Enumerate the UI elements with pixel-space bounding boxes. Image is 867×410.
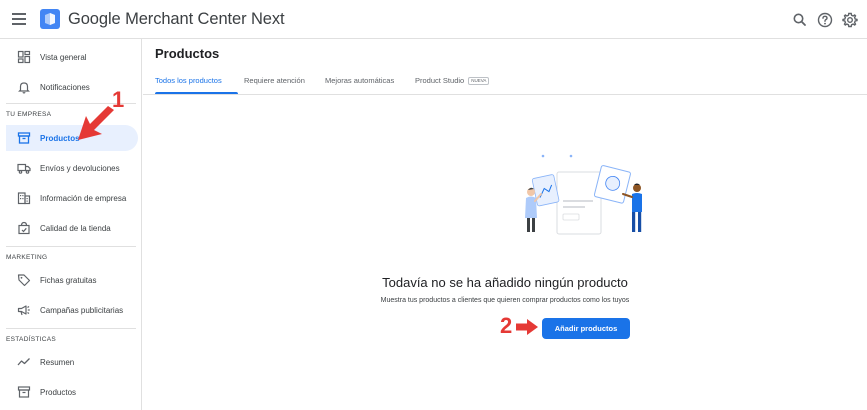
sidebar-item-free-listings[interactable]: Fichas gratuitas xyxy=(6,267,138,293)
sidebar-item-store-quality[interactable]: Calidad de la tienda xyxy=(6,215,138,241)
sidebar-item-label: Calidad de la tienda xyxy=(40,223,111,233)
bell-icon xyxy=(18,82,30,94)
tab-all-products[interactable]: Todos los productos xyxy=(155,76,222,85)
tab-needs-attention[interactable]: Requiere atención xyxy=(244,76,305,85)
sidebar-item-label: Fichas gratuitas xyxy=(40,275,97,285)
top-app-bar: Google Merchant Center Next xyxy=(0,0,867,39)
active-tab-indicator xyxy=(155,92,238,94)
page-title: Productos xyxy=(155,46,220,61)
sidebar-item-label: Envíos y devoluciones xyxy=(40,163,120,173)
tab-bar: Todos los productos Requiere atención Me… xyxy=(143,70,867,95)
add-products-button[interactable]: Añadir productos xyxy=(542,318,630,339)
empty-state-subtitle: Muestra tus productos a clientes que qui… xyxy=(380,297,630,304)
sidebar-item-label: Vista general xyxy=(40,52,87,62)
section-label-business: TU EMPRESA xyxy=(6,111,52,118)
hamburger-menu-icon[interactable] xyxy=(12,13,26,25)
app-title: Google Merchant Center Next xyxy=(68,10,285,28)
annotation-arrow-1-icon xyxy=(78,106,114,140)
tab-automatic-improvements[interactable]: Mejoras automáticas xyxy=(325,76,394,85)
megaphone-icon xyxy=(17,305,30,316)
sidebar-item-products[interactable]: Productos xyxy=(6,125,138,151)
sidebar-item-label: Resumen xyxy=(40,357,75,367)
sidebar-item-ad-campaigns[interactable]: Campañas publicitarias xyxy=(6,297,138,323)
sidebar-item-label: Notificaciones xyxy=(40,82,90,92)
annotation-step-2-number: 2 xyxy=(500,313,513,338)
empty-state-title: Todavía no se ha añadido ningún producto xyxy=(382,275,628,290)
dashboard-icon xyxy=(17,50,31,64)
search-icon[interactable] xyxy=(791,11,809,29)
empty-state-illustration xyxy=(525,154,642,235)
archive-icon xyxy=(17,132,31,144)
tab-product-studio[interactable]: Product Studio NUEVA xyxy=(415,76,490,85)
sidebar-divider xyxy=(6,246,136,247)
merchant-center-logo xyxy=(40,9,60,29)
settings-gear-icon[interactable] xyxy=(841,11,859,29)
sidebar-divider xyxy=(6,328,136,329)
sidebar-item-business-info[interactable]: Información de empresa xyxy=(6,185,138,211)
sidebar-item-products-stats[interactable]: Productos xyxy=(6,379,138,405)
tab-label: Product Studio xyxy=(415,76,465,85)
archive-icon xyxy=(17,386,31,398)
tag-icon xyxy=(17,274,31,287)
trend-icon xyxy=(17,358,30,366)
section-label-marketing: MARKETING xyxy=(6,254,48,261)
sidebar-item-shipping[interactable]: Envíos y devoluciones xyxy=(6,155,138,181)
building-icon xyxy=(17,192,31,205)
sidebar-item-label: Campañas publicitarias xyxy=(40,305,124,315)
annotation-arrow-2-icon xyxy=(516,319,538,335)
truck-icon xyxy=(17,163,31,174)
sidebar-item-overview[interactable]: Vista general xyxy=(6,44,138,70)
sidebar-item-summary[interactable]: Resumen xyxy=(6,349,138,375)
new-badge: NUEVA xyxy=(468,77,490,85)
help-icon[interactable] xyxy=(816,11,834,29)
section-label-stats: ESTADÍSTICAS xyxy=(6,336,57,343)
sidebar-item-label: Información de empresa xyxy=(40,193,127,203)
shopping-bag-icon xyxy=(18,221,30,235)
sidebar-item-label: Productos xyxy=(40,387,77,397)
